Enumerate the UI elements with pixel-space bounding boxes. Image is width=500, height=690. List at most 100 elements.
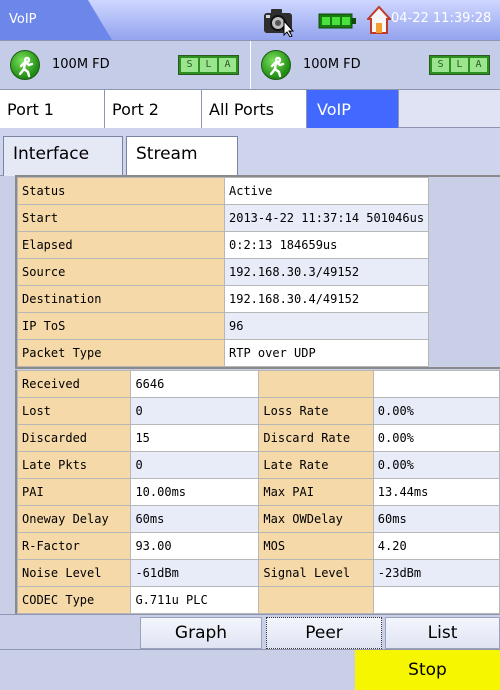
stat-value: -61dBm bbox=[130, 559, 260, 587]
stream-info-panel: Status Active Start 2013-4-22 11:37:14 5010… bbox=[15, 175, 500, 369]
stat-value: 0.00% bbox=[372, 424, 500, 452]
port2-sla-indicator: S L A bbox=[429, 55, 490, 75]
stat-value: 93.00 bbox=[130, 532, 260, 560]
link-up-icon bbox=[261, 50, 291, 80]
sla-s: S bbox=[432, 58, 449, 72]
info-label: Source bbox=[17, 258, 225, 286]
sla-a: A bbox=[470, 58, 487, 72]
info-row: Destination 192.168.30.4/49152 bbox=[17, 285, 430, 313]
stat-label: Discard Rate bbox=[258, 424, 374, 452]
stat-label: Signal Level bbox=[258, 559, 374, 587]
link-up-icon bbox=[10, 50, 40, 80]
port1-link-status: 100M FD S L A bbox=[0, 41, 250, 89]
tab-voip[interactable]: VoIP bbox=[307, 90, 399, 128]
stats-row: PAI 10.00ms Max PAI 13.44ms bbox=[16, 478, 500, 506]
stat-label: Discarded bbox=[16, 424, 132, 452]
stream-stats-panel: Received 6646 Lost 0 Loss Rate 0.00% Discarded… bbox=[15, 370, 500, 616]
info-label: Elapsed bbox=[17, 231, 225, 259]
sla-l: L bbox=[200, 58, 217, 72]
info-row: Packet Type RTP over UDP bbox=[17, 339, 430, 367]
stat-label: Received bbox=[16, 370, 132, 398]
port-tab-bar: Port 1 Port 2 All Ports VoIP bbox=[0, 90, 500, 128]
stat-value bbox=[372, 586, 500, 614]
action-button-row: Graph Peer List bbox=[0, 614, 500, 649]
link-status-row: 100M FD S L A 100M FD S L A bbox=[0, 40, 500, 90]
stat-label: Noise Level bbox=[16, 559, 132, 587]
stat-value: -23dBm bbox=[372, 559, 500, 587]
stat-label bbox=[258, 370, 374, 398]
info-value: 96 bbox=[223, 312, 430, 340]
sla-s: S bbox=[181, 58, 198, 72]
stat-label: MOS bbox=[258, 532, 374, 560]
info-label: Status bbox=[17, 177, 225, 205]
tab-stream[interactable]: Stream bbox=[126, 136, 238, 177]
clock: 04-22 11:39:28 bbox=[391, 11, 492, 26]
stat-value bbox=[372, 370, 500, 398]
stats-row: R-Factor 93.00 MOS 4.20 bbox=[16, 532, 500, 560]
info-row: Start 2013-4-22 11:37:14 501046us bbox=[17, 204, 430, 232]
port2-link-status: 100M FD S L A bbox=[250, 41, 500, 89]
sla-l: L bbox=[451, 58, 468, 72]
stats-row: CODEC Type G.711u PLC bbox=[16, 586, 500, 614]
stream-stats-table: Received 6646 Lost 0 Loss Rate 0.00% Discarded… bbox=[16, 370, 500, 614]
info-label: Destination bbox=[17, 285, 225, 313]
stat-label bbox=[258, 586, 374, 614]
info-row: Status Active bbox=[17, 177, 430, 205]
tab-port2[interactable]: Port 2 bbox=[105, 90, 202, 128]
battery-icon bbox=[318, 13, 356, 29]
camera-icon[interactable] bbox=[262, 5, 298, 37]
info-value: 0:2:13 184659us bbox=[223, 231, 430, 259]
stat-label: PAI bbox=[16, 478, 132, 506]
stat-value: 60ms bbox=[130, 505, 260, 533]
graph-button[interactable]: Graph bbox=[140, 617, 262, 649]
port1-speed: 100M FD bbox=[52, 57, 110, 72]
stat-label: Late Rate bbox=[258, 451, 374, 479]
stats-row: Oneway Delay 60ms Max OWDelay 60ms bbox=[16, 505, 500, 533]
info-row: IP ToS 96 bbox=[17, 312, 430, 340]
stat-value: 6646 bbox=[130, 370, 260, 398]
info-value: 2013-4-22 11:37:14 501046us bbox=[223, 204, 430, 232]
stats-row: Received 6646 bbox=[16, 370, 500, 398]
info-label: Start bbox=[17, 204, 225, 232]
stat-value: G.711u PLC bbox=[130, 586, 260, 614]
info-value: Active bbox=[223, 177, 430, 205]
stat-value: 4.20 bbox=[372, 532, 500, 560]
sla-a: A bbox=[219, 58, 236, 72]
stats-row: Noise Level -61dBm Signal Level -23dBm bbox=[16, 559, 500, 587]
list-button[interactable]: List bbox=[385, 617, 500, 649]
stats-row: Discarded 15 Discard Rate 0.00% bbox=[16, 424, 500, 452]
stream-info-table: Status Active Start 2013-4-22 11:37:14 5010… bbox=[17, 177, 430, 367]
stop-button[interactable]: Stop bbox=[355, 650, 500, 690]
app-title: VoIP bbox=[0, 0, 112, 40]
tab-port1[interactable]: Port 1 bbox=[0, 90, 105, 128]
peer-button[interactable]: Peer bbox=[266, 617, 382, 649]
stat-value: 13.44ms bbox=[372, 478, 500, 506]
title-bar: VoIP 04-22 11:39:28 bbox=[0, 0, 500, 40]
stat-value: 0.00% bbox=[372, 397, 500, 425]
info-label: Packet Type bbox=[17, 339, 225, 367]
info-row: Elapsed 0:2:13 184659us bbox=[17, 231, 430, 259]
home-icon[interactable] bbox=[367, 5, 391, 35]
info-label: IP ToS bbox=[17, 312, 225, 340]
stat-label: Loss Rate bbox=[258, 397, 374, 425]
stat-value: 0 bbox=[130, 451, 260, 479]
info-value: RTP over UDP bbox=[223, 339, 430, 367]
info-value: 192.168.30.4/49152 bbox=[223, 285, 430, 313]
port1-sla-indicator: S L A bbox=[178, 55, 239, 75]
tab-all-ports[interactable]: All Ports bbox=[202, 90, 307, 128]
stat-label: CODEC Type bbox=[16, 586, 132, 614]
stat-label: Lost bbox=[16, 397, 132, 425]
info-value: 192.168.30.3/49152 bbox=[223, 258, 430, 286]
sub-tab-bar: Interface Stream bbox=[0, 128, 500, 177]
stat-value: 0 bbox=[130, 397, 260, 425]
tab-interface[interactable]: Interface bbox=[3, 136, 123, 176]
stat-value: 10.00ms bbox=[130, 478, 260, 506]
sub-tab-filler bbox=[238, 136, 500, 176]
stat-label: Late Pkts bbox=[16, 451, 132, 479]
stat-value: 15 bbox=[130, 424, 260, 452]
port2-speed: 100M FD bbox=[303, 57, 361, 72]
info-row: Source 192.168.30.3/49152 bbox=[17, 258, 430, 286]
stats-row: Lost 0 Loss Rate 0.00% bbox=[16, 397, 500, 425]
stat-label: Oneway Delay bbox=[16, 505, 132, 533]
stats-row: Late Pkts 0 Late Rate 0.00% bbox=[16, 451, 500, 479]
